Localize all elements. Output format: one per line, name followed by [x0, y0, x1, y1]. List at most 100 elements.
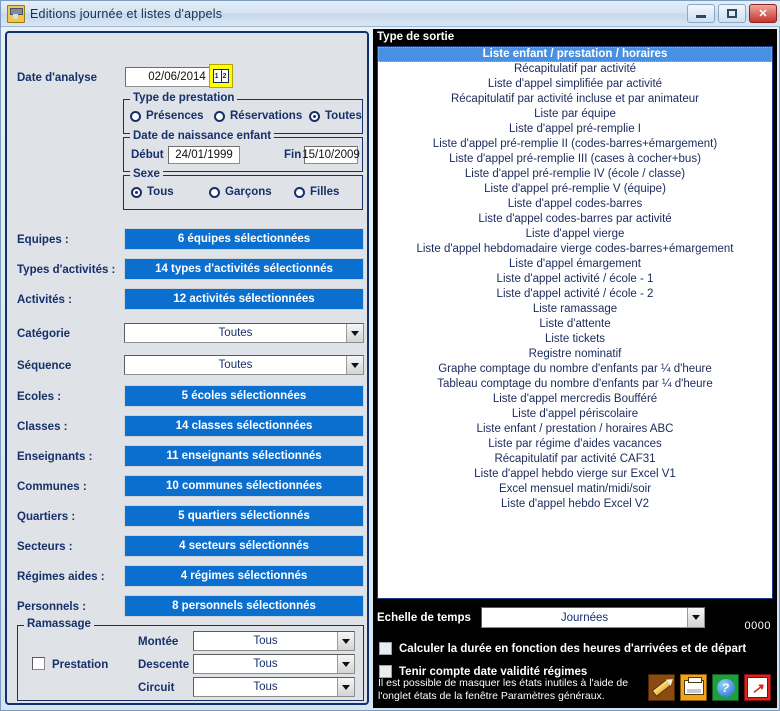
descente-select[interactable]: Tous: [193, 654, 355, 674]
list-item[interactable]: Liste ramassage: [378, 302, 772, 317]
list-item[interactable]: Liste d'appel pré-remplie I: [378, 122, 772, 137]
chevron-down-icon[interactable]: [337, 655, 354, 673]
edit-icon-button[interactable]: [648, 674, 675, 701]
calendar-icon: 1 2: [213, 69, 229, 83]
chevron-down-icon[interactable]: [337, 632, 354, 650]
list-item[interactable]: Liste d'appel pré-remplie V (équipe): [378, 182, 772, 197]
ramassage-caption: Ramassage: [24, 618, 94, 630]
circuit-value: Tous: [194, 681, 337, 693]
list-item[interactable]: Liste d'appel hebdomadaire vierge codes-…: [378, 242, 772, 257]
output-type-title: Type de sortie: [377, 31, 454, 43]
list-item[interactable]: Liste d'appel périscolaire: [378, 407, 772, 422]
list-item[interactable]: Récapitulatif par activité CAF31: [378, 452, 772, 467]
radio-filles-label: Filles: [310, 186, 339, 198]
minimize-button[interactable]: [687, 4, 715, 23]
circuit-label: Circuit: [138, 682, 174, 694]
sexe-group: Sexe Tous Garçons Filles: [123, 175, 363, 210]
chevron-down-icon[interactable]: [346, 324, 363, 342]
classes-button[interactable]: 14 classes sélectionnées: [124, 415, 364, 437]
montee-value: Tous: [194, 635, 337, 647]
output-type-panel: Type de sortie Liste enfant / prestation…: [373, 29, 777, 708]
communes-button[interactable]: 10 communes sélectionnées: [124, 475, 364, 497]
list-item[interactable]: Liste d'appel activité / école - 2: [378, 287, 772, 302]
activites-label: Activités :: [17, 294, 72, 306]
list-item[interactable]: Liste d'appel hebdo Excel V2: [378, 497, 772, 512]
personnels-button[interactable]: 8 personnels sélectionnés: [124, 595, 364, 617]
output-type-list[interactable]: Liste enfant / prestation / horairesRéca…: [377, 46, 773, 599]
radio-garcons[interactable]: Garçons: [209, 186, 272, 198]
list-item[interactable]: Liste d'appel codes-barres: [378, 197, 772, 212]
close-button[interactable]: ✕: [749, 4, 777, 23]
echelle-select[interactable]: Journées: [481, 607, 705, 628]
enseignants-button[interactable]: 11 enseignants sélectionnés: [124, 445, 364, 467]
echelle-value: Journées: [482, 612, 687, 624]
exit-icon-button[interactable]: ↗: [744, 674, 771, 701]
list-item[interactable]: Liste d'appel hebdo vierge sur Excel V1: [378, 467, 772, 482]
fin-input[interactable]: 15/10/2009: [304, 146, 358, 164]
radio-garcons-label: Garçons: [225, 186, 272, 198]
list-item[interactable]: Liste tickets: [378, 332, 772, 347]
types-activites-button[interactable]: 14 types d'activités sélectionnés: [124, 258, 364, 280]
maximize-button[interactable]: [718, 4, 746, 23]
equipes-button[interactable]: 6 équipes sélectionnées: [124, 228, 364, 250]
print-icon-button[interactable]: [680, 674, 707, 701]
date-naissance-caption: Date de naissance enfant: [130, 130, 274, 142]
sequence-label: Séquence: [17, 360, 71, 372]
list-item[interactable]: Récapitulatif par activité: [378, 62, 772, 77]
chevron-down-icon[interactable]: [346, 356, 363, 374]
sequence-select[interactable]: Toutes: [124, 355, 364, 375]
list-item[interactable]: Liste par équipe: [378, 107, 772, 122]
debut-input[interactable]: 24/01/1999: [168, 146, 240, 164]
prestation-label: Prestation: [52, 659, 108, 671]
list-item[interactable]: Récapitulatif par activité incluse et pa…: [378, 92, 772, 107]
list-item[interactable]: Excel mensuel matin/midi/soir: [378, 482, 772, 497]
chevron-down-icon[interactable]: [337, 678, 354, 696]
list-item[interactable]: Liste enfant / prestation / horaires: [378, 47, 772, 62]
list-item[interactable]: Graphe comptage du nombre d'enfants par …: [378, 362, 772, 377]
list-item[interactable]: Registre nominatif: [378, 347, 772, 362]
chevron-down-icon[interactable]: [687, 608, 704, 627]
list-item[interactable]: Liste d'appel simplifiée par activité: [378, 77, 772, 92]
filters-panel: Date d'analyse 02/06/2014 1 2 Type de pr…: [5, 31, 369, 705]
list-item[interactable]: Liste d'appel activité / école - 1: [378, 272, 772, 287]
arrow-out-icon: ↗: [747, 677, 768, 698]
calculer-duree-row[interactable]: Calculer la durée en fonction des heures…: [379, 642, 746, 655]
list-item[interactable]: Liste enfant / prestation / horaires ABC: [378, 422, 772, 437]
calculer-duree-label: Calculer la durée en fonction des heures…: [399, 643, 746, 655]
printer-icon: [7, 5, 25, 23]
radio-tous[interactable]: Tous: [131, 186, 174, 198]
prestation-checkbox[interactable]: [32, 657, 45, 670]
list-item[interactable]: Liste d'appel émargement: [378, 257, 772, 272]
ecoles-button[interactable]: 5 écoles sélectionnées: [124, 385, 364, 407]
radio-toutes[interactable]: Toutes: [309, 110, 362, 122]
list-item[interactable]: Liste d'appel mercredis Boufféré: [378, 392, 772, 407]
circuit-select[interactable]: Tous: [193, 677, 355, 697]
radio-reservations[interactable]: Réservations: [214, 110, 302, 122]
list-item[interactable]: Tableau comptage du nombre d'enfants par…: [378, 377, 772, 392]
activites-button[interactable]: 12 activités sélectionnées: [124, 288, 364, 310]
radio-tous-label: Tous: [147, 186, 174, 198]
title-bar: Editions journée et listes d'appels ✕: [1, 1, 780, 27]
radio-icon: [309, 111, 320, 122]
communes-label: Communes :: [17, 481, 87, 493]
quartiers-button[interactable]: 5 quartiers sélectionnés: [124, 505, 364, 527]
radio-presences[interactable]: Présences: [130, 110, 204, 122]
list-item[interactable]: Liste d'appel codes-barres par activité: [378, 212, 772, 227]
maximize-icon: [727, 9, 737, 18]
list-item[interactable]: Liste par régime d'aides vacances: [378, 437, 772, 452]
calculer-duree-checkbox[interactable]: [379, 642, 392, 655]
regimes-aides-button[interactable]: 4 régimes sélectionnés: [124, 565, 364, 587]
list-item[interactable]: Liste d'appel pré-remplie III (cases à c…: [378, 152, 772, 167]
secteurs-button[interactable]: 4 secteurs sélectionnés: [124, 535, 364, 557]
radio-filles[interactable]: Filles: [294, 186, 339, 198]
list-item[interactable]: Liste d'appel pré-remplie IV (école / cl…: [378, 167, 772, 182]
radio-icon: [214, 111, 225, 122]
montee-select[interactable]: Tous: [193, 631, 355, 651]
list-item[interactable]: Liste d'appel vierge: [378, 227, 772, 242]
list-item[interactable]: Liste d'attente: [378, 317, 772, 332]
help-icon-button[interactable]: ?: [712, 674, 739, 701]
categorie-select[interactable]: Toutes: [124, 323, 364, 343]
question-icon: ?: [717, 679, 735, 697]
list-item[interactable]: Liste d'appel pré-remplie II (codes-barr…: [378, 137, 772, 152]
calendar-icon-button[interactable]: 1 2: [209, 64, 233, 88]
